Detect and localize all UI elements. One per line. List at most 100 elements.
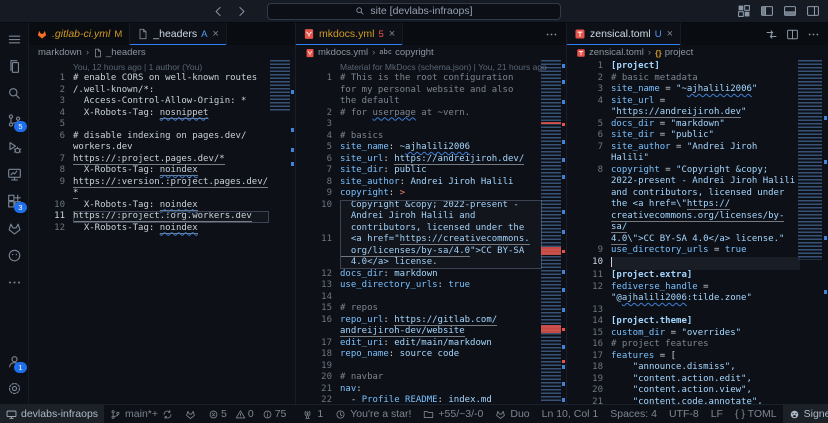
line-number[interactable]: 4	[296, 131, 332, 143]
tab-gitlab-ci-yml[interactable]: .gitlab-ci.ymlM	[29, 23, 130, 45]
activitybar-extensions[interactable]: 3	[0, 188, 28, 215]
code-line[interactable]: 15# repos	[296, 303, 566, 315]
line-number[interactable]: 15	[567, 328, 603, 340]
line-number[interactable]: 3	[567, 84, 603, 96]
code-line[interactable]: 17features = [	[567, 351, 828, 363]
activitybar-menu[interactable]	[0, 26, 28, 53]
line-number[interactable]: 20	[567, 385, 603, 397]
line-number[interactable]: 19	[567, 374, 603, 386]
code-line[interactable]: 8site_author: Andrei Jiroh Halili	[296, 177, 566, 189]
line-number[interactable]: 16	[567, 339, 603, 351]
split-editor-icon[interactable]	[786, 28, 799, 41]
code-line[interactable]: 4# basics	[296, 131, 566, 143]
code-line[interactable]: 9https://:version.:project.pages.dev/ *	[29, 177, 295, 200]
line-number[interactable]: 17	[296, 338, 332, 350]
activitybar-more-tools[interactable]	[0, 269, 28, 296]
code-line[interactable]: 13use_directory_urls: true	[296, 280, 566, 292]
line-number[interactable]: 6	[567, 130, 603, 142]
tab-zensical-toml[interactable]: zensical.tomlU×	[567, 23, 681, 45]
code-line[interactable]: 3site_name = "~ajhalili2006"	[567, 84, 828, 96]
breadcrumb-item[interactable]: mkdocs.yml	[318, 47, 368, 58]
code-line[interactable]: 2/.well-known/*:	[29, 85, 295, 97]
status-indentation[interactable]: Spaces: 4	[604, 405, 663, 423]
more-actions-icon[interactable]	[807, 28, 820, 41]
activitybar-settings[interactable]	[0, 375, 28, 402]
status-cursor-position[interactable]: Ln 10, Col 1	[536, 405, 605, 423]
code-line[interactable]: 19	[296, 361, 566, 373]
code-line[interactable]: 12 X-Robots-Tag: noindex	[29, 223, 295, 235]
activitybar-github[interactable]	[0, 242, 28, 269]
activitybar-gitlab[interactable]	[0, 215, 28, 242]
code-line[interactable]: 8copyright = "Copyright &copy; 2022-pres…	[567, 165, 828, 246]
breadcrumb-item[interactable]: _headers	[106, 47, 146, 58]
code-line[interactable]: 7https://:project.pages.dev/*	[29, 154, 295, 166]
customize-layout-icon[interactable]	[737, 4, 751, 18]
code-line[interactable]: 4site_url = "https://andreijiroh.dev"	[567, 96, 828, 119]
line-number[interactable]: 1	[29, 73, 65, 85]
code-line[interactable]: 20# navbar	[296, 372, 566, 384]
line-number[interactable]: 21	[296, 384, 332, 396]
line-number[interactable]: 11	[296, 234, 332, 269]
line-number[interactable]: 3	[296, 119, 332, 131]
code-line[interactable]: 21nav:	[296, 384, 566, 396]
line-number[interactable]: 9	[296, 188, 332, 200]
open-changes-icon[interactable]	[765, 28, 778, 41]
code-line[interactable]: 10 Copyright &copy; 2022-present - Andre…	[296, 200, 566, 235]
code-line[interactable]: 7site_dir: public	[296, 165, 566, 177]
status-language-mode[interactable]: { } TOML	[729, 405, 783, 423]
line-number[interactable]: 2	[29, 85, 65, 97]
code-line[interactable]: 11[project.extra]	[567, 270, 828, 282]
code-line[interactable]: 11 <a href="https://creativecommons. org…	[296, 234, 566, 269]
line-number[interactable]: 1	[567, 61, 603, 73]
activitybar-search[interactable]	[0, 80, 28, 107]
status-problems[interactable]: 5075	[202, 405, 296, 423]
line-number[interactable]: 12	[29, 223, 65, 235]
line-number[interactable]: 17	[567, 351, 603, 363]
code-line[interactable]: 5docs_dir = "markdown"	[567, 119, 828, 131]
toggle-secondary-sidebar-icon[interactable]	[806, 4, 820, 18]
line-number[interactable]: 10	[296, 200, 332, 235]
status-git-branch[interactable]: main*+	[104, 405, 179, 423]
activitybar-remote-explorer[interactable]	[0, 161, 28, 188]
status-remote[interactable]: devlabs-infraops	[0, 405, 104, 423]
code-line[interactable]: 13	[567, 305, 828, 317]
code-line[interactable]: 3 Access-Control-Allow-Origin: *	[29, 96, 295, 108]
toggle-sidebar-icon[interactable]	[760, 4, 774, 18]
line-number[interactable]: 11	[29, 211, 65, 223]
line-number[interactable]: 7	[567, 142, 603, 165]
code-line[interactable]: 12docs_dir: markdown	[296, 269, 566, 281]
line-number[interactable]: 2	[567, 73, 603, 85]
line-number[interactable]: 12	[296, 269, 332, 281]
code-line[interactable]: 12fediverse_handle = "@ajhalili2006:tild…	[567, 282, 828, 305]
status-git-changes[interactable]: +55/~3/-0	[417, 405, 489, 423]
line-number[interactable]: 21	[567, 397, 603, 405]
line-number[interactable]: 13	[567, 305, 603, 317]
code-line[interactable]: 1# This is the root configuration for my…	[296, 73, 566, 108]
code-line[interactable]: 14	[296, 292, 566, 304]
line-number[interactable]: 9	[29, 177, 65, 200]
code-line[interactable]: 10	[567, 257, 828, 271]
activitybar-explorer[interactable]	[0, 53, 28, 80]
line-number[interactable]: 5	[567, 119, 603, 131]
status-star-status[interactable]: You're a star!	[329, 405, 417, 423]
line-number[interactable]: 4	[567, 96, 603, 119]
line-number[interactable]: 12	[567, 282, 603, 305]
status-duo[interactable]: Duo	[489, 405, 535, 423]
code-line[interactable]: 22 - Profile README: index.md	[296, 395, 566, 404]
code-line[interactable]: 5	[29, 119, 295, 131]
line-number[interactable]: 8	[29, 165, 65, 177]
code-line[interactable]: 2# for userpage at ~vern.	[296, 108, 566, 120]
back-arrow-icon[interactable]	[212, 5, 225, 18]
code-line[interactable]: 2# basic metadata	[567, 73, 828, 85]
line-number[interactable]: 9	[567, 245, 603, 257]
code-line[interactable]: 9use_directory_urls = true	[567, 245, 828, 257]
line-number[interactable]: 7	[296, 165, 332, 177]
line-number[interactable]: 1	[296, 73, 332, 108]
code-line[interactable]: 8 X-Robots-Tag: noindex	[29, 165, 295, 177]
line-number[interactable]: 10	[567, 257, 603, 271]
minimap[interactable]	[798, 60, 822, 260]
code-line[interactable]: 5site_name: ~ajhalili2006	[296, 142, 566, 154]
code-line[interactable]: 18repo_name: source code	[296, 349, 566, 361]
minimap[interactable]	[541, 60, 561, 402]
line-number[interactable]: 18	[567, 362, 603, 374]
